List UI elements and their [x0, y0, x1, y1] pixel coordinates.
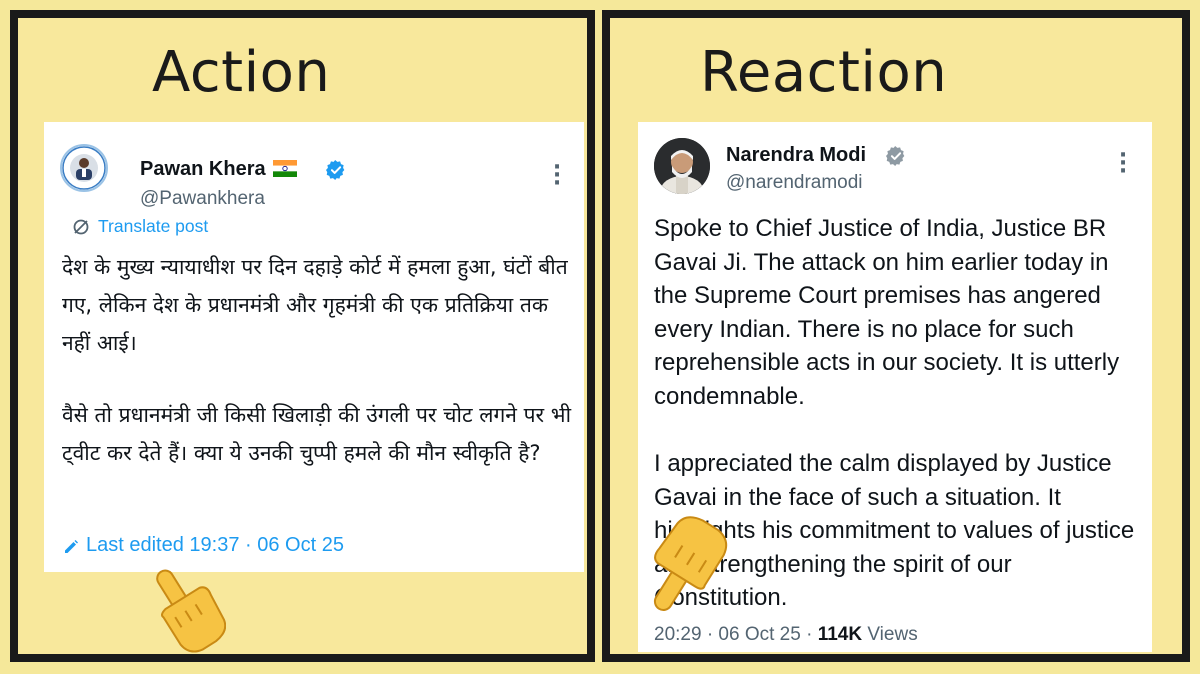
pawan-khera-avatar[interactable] — [60, 144, 108, 192]
views-count: 114K — [817, 624, 863, 645]
reaction-heading: Reaction — [700, 40, 948, 105]
tweet-paragraph-1: Spoke to Chief Justice of India, Justice… — [654, 215, 1120, 410]
avatar-image — [654, 138, 710, 194]
translate-icon — [73, 219, 89, 234]
pencil-icon — [65, 539, 78, 553]
author-name-text: Pawan Khera — [140, 158, 266, 180]
views-label: Views — [862, 624, 918, 645]
tweet-timestamp[interactable]: 20:29 · 06 Oct 25 · — [654, 624, 818, 645]
more-options-icon[interactable]: · · · — [552, 157, 562, 195]
tweet-meta: 20:29 · 06 Oct 25 · 114K Views — [654, 624, 918, 646]
author-handle[interactable]: @narendramodi — [726, 172, 863, 194]
verified-badge-icon — [326, 160, 346, 184]
verified-badge-icon — [886, 146, 906, 170]
pointing-hand-icon — [146, 560, 227, 656]
tweet-paragraph-1: देश के मुख्य न्यायाधीश पर दिन दहाड़े कोर… — [62, 255, 568, 355]
translate-post-label: Translate post — [98, 216, 209, 236]
tweet-body: देश के मुख्य न्यायाधीश पर दिन दहाड़े कोर… — [62, 248, 574, 472]
india-flag-icon — [273, 160, 298, 183]
pawan-khera-tweet-card[interactable]: Pawan Khera @Pawankhera · · · Translate … — [44, 122, 584, 572]
more-options-icon[interactable]: · · · — [1118, 145, 1128, 183]
pointing-hand-icon — [640, 512, 730, 620]
action-panel: Action Pawan Khera @Pawankhera · · · Tra… — [10, 10, 595, 662]
author-name[interactable]: Pawan Khera — [140, 158, 298, 183]
author-handle[interactable]: @Pawankhera — [140, 188, 265, 210]
avatar-image — [62, 146, 106, 190]
translate-post-link[interactable]: Translate post — [72, 216, 208, 237]
author-name[interactable]: Narendra Modi — [726, 144, 866, 167]
last-edited-link[interactable]: Last edited 19:37 · 06 Oct 25 — [62, 534, 344, 557]
last-edited-label: Last edited 19:37 · 06 Oct 25 — [86, 534, 344, 556]
action-heading: Action — [152, 40, 331, 105]
tweet-paragraph-2: वैसे तो प्रधानमंत्री जी किसी खिलाड़ी की … — [62, 403, 572, 465]
narendra-modi-avatar[interactable] — [654, 138, 710, 194]
